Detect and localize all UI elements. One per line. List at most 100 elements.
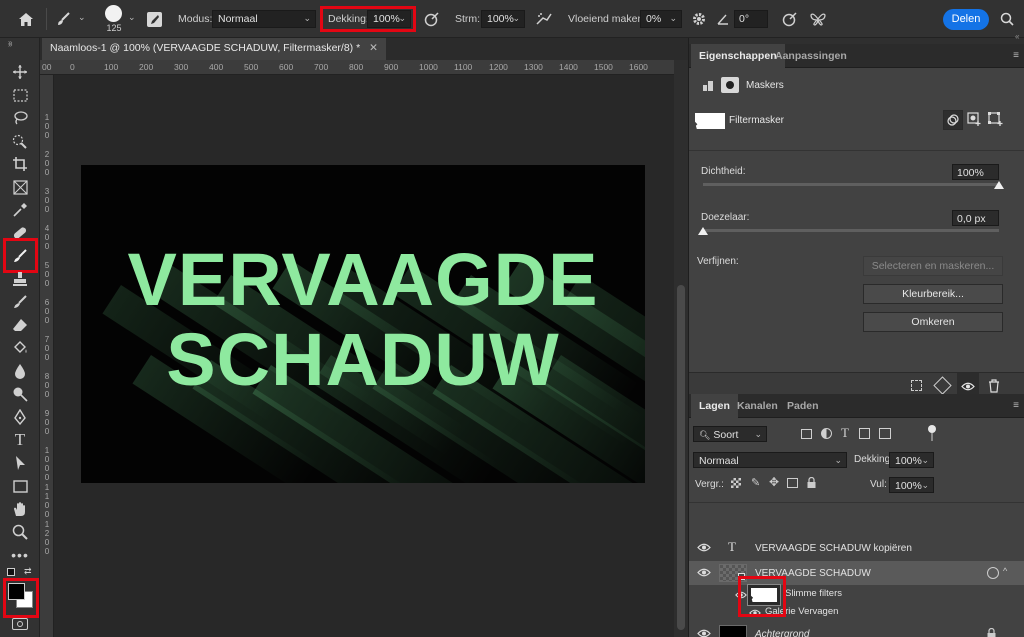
add-pixel-mask-icon[interactable]: [967, 112, 983, 128]
select-pixel-mask-button[interactable]: [943, 110, 963, 130]
feather-field[interactable]: 0,0 px: [952, 210, 999, 226]
layer-name[interactable]: Achtergrond: [755, 629, 809, 637]
more-tools-icon[interactable]: •••: [8, 545, 32, 565]
dock-collapse-icon[interactable]: «: [1015, 32, 1019, 41]
brush-settings-icon[interactable]: [144, 9, 164, 29]
brush-tool-icon[interactable]: [54, 9, 74, 29]
panel-collapse-icon[interactable]: »: [8, 40, 12, 49]
scrollbar-thumb[interactable]: [677, 285, 685, 630]
eyedropper-tool-icon[interactable]: [8, 200, 32, 220]
smart-filters-label[interactable]: Slimme filters: [785, 588, 842, 599]
rectangle-tool-icon[interactable]: [8, 476, 32, 496]
move-tool-icon[interactable]: [8, 62, 32, 82]
density-slider[interactable]: [703, 183, 999, 186]
filter-type-layers-icon[interactable]: T: [841, 425, 849, 441]
tool-preset-chevron-icon[interactable]: ⌄: [78, 12, 86, 23]
paint-bucket-tool-icon[interactable]: [8, 338, 32, 358]
document-canvas[interactable]: VERVAAGDE SCHADUW: [81, 165, 645, 483]
type-tool-icon[interactable]: T: [8, 430, 32, 450]
lock-image-pixels-icon[interactable]: ✎: [751, 476, 760, 489]
filter-toggle-switch[interactable]: [928, 425, 936, 441]
filter-pixel-layers-icon[interactable]: [801, 429, 812, 439]
blur-tool-icon[interactable]: [8, 361, 32, 381]
layers-divider: [689, 502, 1024, 503]
feather-slider[interactable]: [703, 229, 999, 232]
layer-opacity-field[interactable]: 100% ⌄: [889, 452, 934, 468]
quick-selection-tool-icon[interactable]: [8, 131, 32, 151]
feather-slider-handle[interactable]: [698, 227, 708, 235]
layer-name[interactable]: VERVAAGDE SCHADUW kopiëren: [755, 543, 912, 554]
expand-chevron-icon[interactable]: ^: [1003, 566, 1007, 576]
filter-adjustment-layers-icon[interactable]: [821, 428, 832, 439]
visibility-eye-icon[interactable]: [697, 568, 711, 578]
type-layer-icon: T: [728, 539, 736, 554]
pressure-size-icon[interactable]: [780, 9, 800, 29]
panel-menu-icon[interactable]: ≡: [1013, 400, 1019, 411]
crop-tool-icon[interactable]: [8, 154, 32, 174]
lock-artboard-icon[interactable]: [787, 478, 798, 488]
smoothing-field[interactable]: 0% ⌄: [640, 10, 682, 28]
vertical-scrollbar[interactable]: [674, 60, 688, 637]
path-selection-tool-icon[interactable]: [8, 453, 32, 473]
trash-icon[interactable]: [988, 379, 1000, 393]
eraser-tool-icon[interactable]: [8, 315, 32, 335]
hand-tool-icon[interactable]: [8, 499, 32, 519]
density-field[interactable]: 100%: [952, 164, 999, 180]
ruler-tick-label: 1200: [44, 520, 50, 556]
default-colors-icon[interactable]: [7, 568, 15, 576]
apply-mask-icon[interactable]: [933, 376, 952, 395]
tab-paths[interactable]: Paden: [779, 394, 827, 418]
marquee-tool-icon[interactable]: [8, 85, 32, 105]
document-tab[interactable]: Naamloos-1 @ 100% (VERVAAGDE SCHADUW, Fi…: [42, 38, 386, 60]
angle-field[interactable]: 0°: [734, 10, 768, 28]
pressure-opacity-icon[interactable]: [422, 9, 442, 29]
share-button[interactable]: Delen: [943, 9, 989, 30]
blend-mode-dropdown[interactable]: Normaal ⌄: [693, 452, 847, 468]
select-and-mask-button[interactable]: Selecteren en maskeren...: [863, 256, 1003, 276]
zoom-tool-icon[interactable]: [8, 522, 32, 542]
airbrush-icon[interactable]: [534, 9, 554, 29]
history-brush-tool-icon[interactable]: [8, 292, 32, 312]
lock-transparent-pixels-icon[interactable]: [731, 478, 741, 488]
tab-channels[interactable]: Kanalen: [729, 394, 786, 418]
visibility-eye-icon[interactable]: [697, 629, 711, 637]
layer-filter-kind-dropdown[interactable]: 🔍︎ Soort ⌄: [693, 426, 767, 442]
brush-preset-picker[interactable]: 125: [102, 5, 126, 35]
flow-field[interactable]: 100% ⌄: [481, 10, 525, 28]
pen-tool-icon[interactable]: [8, 407, 32, 427]
quick-mask-icon[interactable]: [12, 618, 28, 630]
panel-menu-icon[interactable]: ≡: [1013, 50, 1019, 61]
symmetry-butterfly-icon[interactable]: [808, 9, 828, 29]
home-icon[interactable]: [14, 8, 38, 30]
invert-button[interactable]: Omkeren: [863, 312, 1003, 332]
swap-colors-icon[interactable]: ⇄: [24, 566, 32, 577]
lasso-tool-icon[interactable]: [8, 108, 32, 128]
clone-stamp-tool-icon[interactable]: [8, 269, 32, 289]
color-range-button[interactable]: Kleurbereik...: [863, 284, 1003, 304]
tab-adjustments[interactable]: Aanpassingen: [767, 44, 855, 68]
layer-row[interactable]: T VERVAAGDE SCHADUW kopiëren: [689, 536, 1024, 560]
close-icon[interactable]: ✕: [369, 42, 378, 54]
load-selection-icon[interactable]: [911, 380, 922, 391]
frame-tool-icon[interactable]: [8, 177, 32, 197]
visibility-eye-icon[interactable]: [697, 543, 711, 553]
filter-shape-layers-icon[interactable]: [859, 428, 870, 439]
lock-position-icon[interactable]: ✥: [769, 475, 779, 489]
flow-field-value: 100%: [487, 13, 514, 25]
gear-icon[interactable]: [690, 10, 708, 28]
mode-label: Modus:: [178, 13, 213, 25]
filter-smart-objects-icon[interactable]: [879, 428, 891, 439]
layer-row[interactable]: Achtergrond: [689, 622, 1024, 637]
mode-dropdown[interactable]: Normaal ⌄: [212, 10, 316, 28]
search-icon[interactable]: [998, 10, 1016, 28]
pixel-mask-icon[interactable]: [702, 80, 714, 92]
density-slider-handle[interactable]: [994, 181, 1004, 189]
fill-field[interactable]: 100% ⌄: [889, 477, 934, 493]
lock-all-icon[interactable]: [807, 476, 816, 488]
add-vector-mask-icon[interactable]: [988, 112, 1004, 128]
brush-picker-chevron-icon[interactable]: ⌄: [128, 12, 136, 23]
ruler-tick-label: 100: [104, 62, 119, 72]
document-tab-bar: » Naamloos-1 @ 100% (VERVAAGDE SCHADUW, …: [8, 38, 688, 60]
dodge-tool-icon[interactable]: [8, 384, 32, 404]
chevron-down-icon: ⌄: [754, 429, 762, 439]
